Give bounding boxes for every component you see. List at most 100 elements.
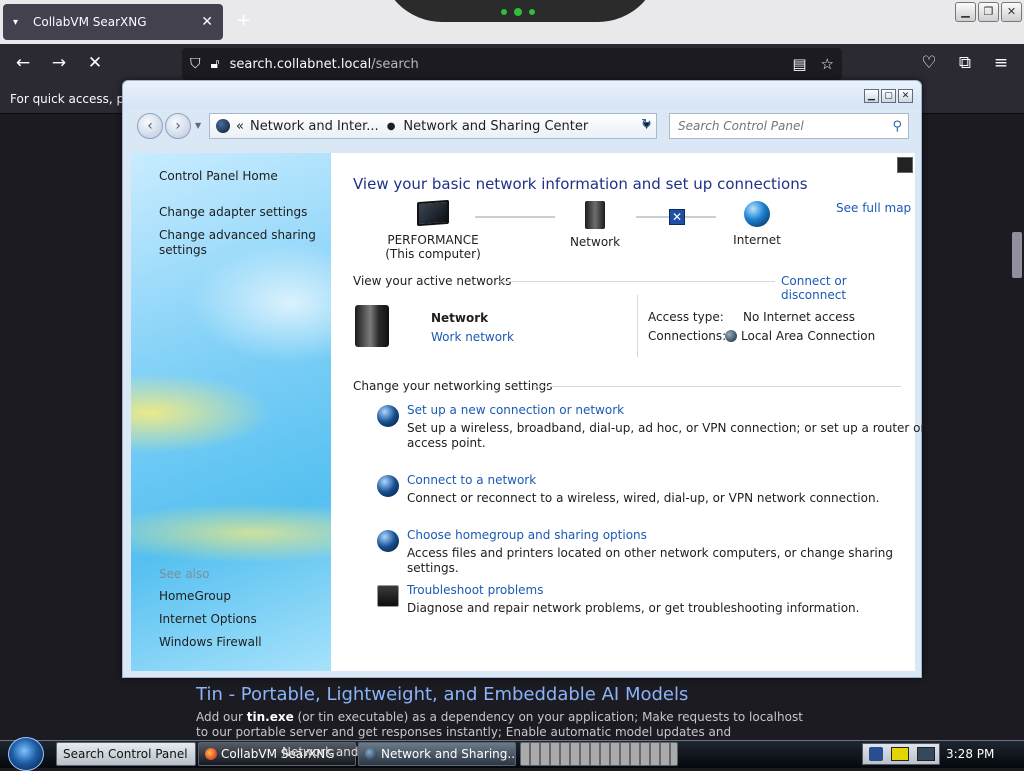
url-text[interactable]: search.collabnet.local/search [230,57,779,72]
task-title-link[interactable]: Troubleshoot problems [407,583,937,597]
page-title: View your basic network information and … [353,175,808,193]
breadcrumb-overflow-icon[interactable]: « [236,119,244,134]
menu-icon[interactable]: ≡ [990,53,1012,73]
help-icon[interactable] [897,157,913,173]
sidebar-internet-options[interactable]: Internet Options [159,612,257,626]
task-connect-network: Connect to a network Connect or reconnec… [377,473,937,506]
sidebar-windows-firewall[interactable]: Windows Firewall [159,635,262,649]
shield-icon[interactable]: ⛉ [190,56,201,72]
stop-loading-icon[interactable]: ✕ [84,53,106,73]
breadcrumb-separator-icon[interactable]: ● [387,121,396,132]
map-node-internet[interactable]: Internet [717,201,797,247]
map-node-network[interactable]: Network [555,201,635,249]
networking-settings-divider [533,386,901,387]
url-path: /search [371,56,419,72]
cp-forward-icon[interactable]: › [165,113,191,139]
task-description: Diagnose and repair network problems, or… [407,601,860,615]
search-icon[interactable]: ⚲ [892,119,902,134]
no-connection-x-icon[interactable]: ✕ [669,209,685,225]
sidebar-control-panel-home[interactable]: Control Panel Home [159,169,278,183]
restore-button[interactable]: ❐ [978,2,999,22]
lan-connection-icon [725,330,737,342]
sidebar-homegroup[interactable]: HomeGroup [159,589,231,603]
connect-network-icon [377,475,399,497]
task-new-connection: Set up a new connection or network Set u… [377,403,937,451]
network-server-icon [585,201,605,229]
new-tab-button[interactable]: + [236,10,251,31]
browser-tabstrip: ▾ CollabVM SearXNG ✕ + ▁ ❐ ✕ [0,0,1024,44]
back-arrow-icon[interactable]: ← [12,53,34,73]
bookmark-star-icon[interactable]: ☆ [821,55,834,73]
system-tray[interactable] [862,743,940,765]
cp-search-box[interactable]: ⚲ [669,113,909,139]
task-title-link[interactable]: Connect to a network [407,473,937,487]
network-globe-icon [216,119,230,133]
tab-title: CollabVM SearXNG [33,15,147,29]
map-internet-label: Internet [733,233,781,247]
taskbar-unknown-window[interactable] [520,742,678,766]
cp-maximize-button[interactable]: ▢ [881,89,896,103]
vm-top-decoration [380,0,660,22]
browser-tab-active[interactable]: ▾ CollabVM SearXNG ✕ [3,4,223,40]
firefox-icon [205,748,217,760]
start-button[interactable] [8,737,44,771]
vm-indicator-icon [498,6,538,16]
task-troubleshoot: Troubleshoot problems Diagnose and repai… [377,583,937,616]
work-network-link[interactable]: Work network [431,330,514,344]
task-title-link[interactable]: Choose homegroup and sharing options [407,528,937,542]
tray-network-icon[interactable] [917,747,935,761]
networking-settings-label: Change your networking settings [353,379,553,393]
troubleshoot-icon [377,585,399,607]
cp-search-input[interactable] [676,118,893,134]
breadcrumb-sharing-center[interactable]: Network and Sharing Center [403,119,588,134]
connect-disconnect-link[interactable]: Connect or disconnect [781,274,915,302]
cp-body: Control Panel Home Change adapter settin… [131,153,925,671]
cp-sidebar: Control Panel Home Change adapter settin… [131,153,331,671]
see-full-map-link[interactable]: See full map [836,201,911,215]
breadcrumb-network-internet[interactable]: Network and Inter... [250,119,379,134]
forward-arrow-icon[interactable]: → [48,53,70,73]
search-result-title[interactable]: Tin - Portable, Lightweight, and Embedda… [196,684,688,705]
access-type-value: No Internet access [743,310,856,324]
sidebar-change-advanced-sharing[interactable]: Change advanced sharing settings [159,228,319,258]
active-networks-divider [499,281,775,282]
cp-minimize-button[interactable]: ▁ [864,89,879,103]
access-type-label: Access type: [648,310,724,324]
active-networks-label: View your active networks [353,274,512,288]
tray-flag-icon[interactable] [891,747,909,761]
scrollbar-thumb[interactable] [1012,232,1022,278]
cp-window-controls: ▁ ▢ ✕ [864,89,913,103]
task-title-link[interactable]: Set up a new connection or network [407,403,937,417]
active-network-separator [637,295,638,357]
computer-subtitle: (This computer) [385,247,481,261]
taskbar-network-sharing[interactable]: Network and Sharing... [358,742,516,766]
computer-monitor-icon [417,199,449,227]
page-scrollbar[interactable] [1008,114,1024,740]
tab-close-icon[interactable]: ✕ [201,14,213,30]
local-area-connection-link[interactable]: Local Area Connection [725,329,875,343]
taskbar-clock[interactable]: 3:28 PM [946,747,994,761]
cp-close-button[interactable]: ✕ [898,89,913,103]
map-node-computer[interactable]: PERFORMANCE (This computer) [383,199,483,261]
map-connector-line [475,216,555,218]
task-homegroup-sharing: Choose homegroup and sharing options Acc… [377,528,937,576]
url-bar[interactable]: ⛉ 🔓︎ search.collabnet.local/search ▤ ☆ [182,48,842,80]
taskbar: Search Control Panel CollabVM SearXNG Ne… [0,737,1024,771]
close-button[interactable]: ✕ [1001,2,1022,22]
pocket-icon[interactable]: ♡ [918,53,940,73]
see-also-label: See also [159,567,210,581]
sidebar-change-adapter-settings[interactable]: Change adapter settings [159,205,307,219]
minimize-button[interactable]: ▁ [955,2,976,22]
cp-back-icon[interactable]: ‹ [137,113,163,139]
reader-view-icon[interactable]: ▤ [792,55,806,73]
refresh-icon[interactable]: ↻ [641,117,652,132]
extensions-icon[interactable]: ⧉ [954,53,976,73]
active-network-icon[interactable] [355,305,389,347]
tray-shield-icon[interactable] [869,747,883,761]
cp-breadcrumb[interactable]: « Network and Inter... ● Network and Sha… [209,113,657,139]
insecure-lock-icon[interactable]: 🔓︎ [211,56,220,72]
cp-recent-pages-icon[interactable]: ▼ [195,121,201,130]
connections-label: Connections: [648,329,727,343]
cp-titlebar[interactable]: ▁ ▢ ✕ [123,81,921,109]
taskbar-search-control-panel[interactable]: Search Control Panel [56,742,196,766]
